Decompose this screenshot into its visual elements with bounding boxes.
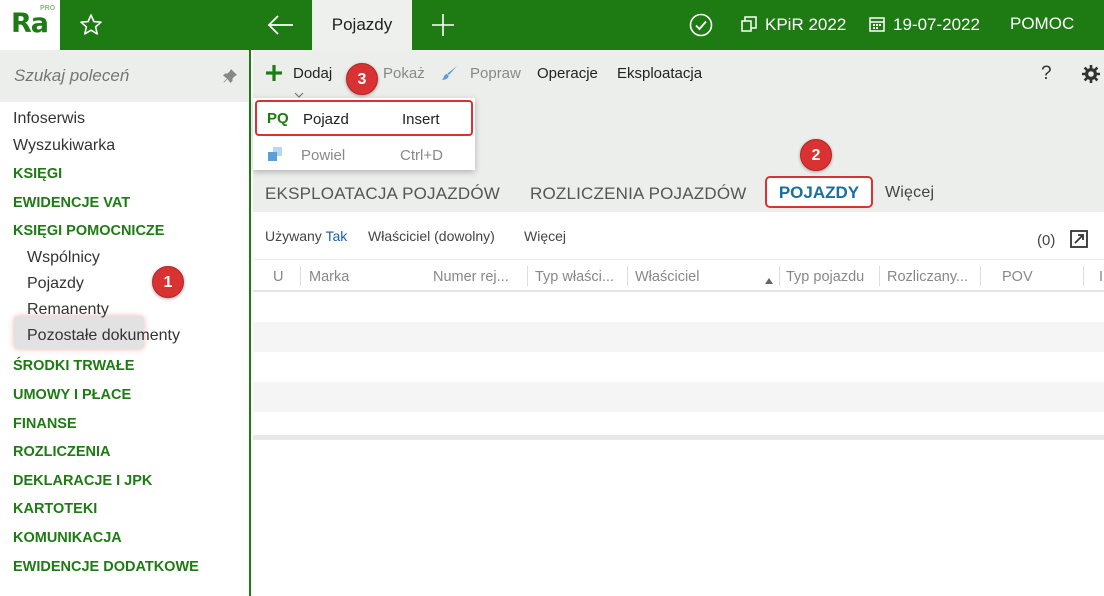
column-numer-rej[interactable]: Numer rej... — [433, 269, 509, 285]
sidebar-item-wspolnicy[interactable]: Wspólnicy — [27, 249, 100, 267]
operations-menu[interactable]: Operacje — [537, 65, 598, 82]
command-search — [0, 50, 249, 102]
column-pov[interactable]: POV — [1002, 269, 1033, 285]
sidebar-group-kartoteki[interactable]: KARTOTEKI — [13, 501, 97, 517]
table-row — [253, 322, 1104, 352]
edit-button[interactable]: Popraw — [470, 65, 521, 82]
tab-pojazdy-label: POJAZDY — [778, 183, 860, 202]
menu-item-pojazd[interactable]: PQ Pojazd Insert — [255, 100, 473, 136]
tab-pojazdy[interactable]: Pojazdy — [312, 0, 412, 50]
logo-badge: PRO — [40, 5, 56, 12]
column-separator[interactable] — [527, 266, 528, 286]
ledger-icon — [741, 16, 757, 32]
help-menu[interactable]: POMOC — [1010, 0, 1074, 50]
gear-icon[interactable] — [1081, 64, 1101, 84]
sidebar-group-ksiegi[interactable]: KSIĘGI — [13, 166, 62, 182]
ledger-label: KPiR 2022 — [765, 15, 847, 34]
sidebar-item-remanenty[interactable]: Remanenty — [27, 301, 109, 319]
brush-icon — [441, 64, 459, 82]
sidebar-item-pojazdy[interactable]: Pojazdy — [27, 275, 84, 293]
tab-eksploatacja[interactable]: EKSPLOATACJA POJAZDÓW — [265, 184, 500, 204]
menu-item-code: PQ — [267, 110, 289, 127]
sidebar: Infoserwis Wyszukiwarka KSIĘGI EWIDENCJE… — [0, 50, 251, 596]
sidebar-item-pozostale-dokumenty[interactable]: Pozostałe dokumenty — [27, 327, 180, 345]
tab-more[interactable]: Więcej — [885, 184, 934, 202]
column-wlasciciel[interactable]: Właściciel — [635, 269, 699, 285]
app-logo[interactable]: Ra PRO — [0, 0, 60, 50]
arrow-left-icon[interactable] — [265, 11, 297, 39]
column-typ-pojazdu[interactable]: Typ pojazdu — [786, 269, 864, 285]
annotation-badge-3: 3 — [346, 63, 378, 95]
exploitation-menu[interactable]: Eksploatacja — [617, 65, 702, 82]
date-label: 19-07-2022 — [893, 15, 980, 34]
check-circle-icon[interactable] — [688, 12, 714, 38]
pin-icon[interactable] — [222, 68, 238, 84]
help-button[interactable]: ? — [1041, 63, 1052, 85]
column-separator[interactable] — [627, 266, 628, 286]
filter-more[interactable]: Więcej — [524, 228, 566, 244]
sidebar-group-komunikacja[interactable]: KOMUNIKACJA — [13, 530, 122, 546]
top-bar: Ra PRO Pojazdy KPiR 2022 19-07-2022 POMO… — [0, 0, 1104, 50]
column-rozliczany[interactable]: Rozliczany... — [887, 269, 968, 285]
menu-item-label: Pojazd — [303, 111, 349, 128]
menu-item-shortcut: Ctrl+D — [400, 147, 443, 164]
filter-used-label: Używany — [265, 228, 322, 244]
column-separator[interactable] — [879, 266, 880, 286]
logo-text: Ra — [11, 8, 49, 39]
sidebar-item-infoserwis[interactable]: Infoserwis — [13, 110, 85, 128]
calendar-icon — [869, 17, 885, 32]
column-typ-wlasciciela[interactable]: Typ właści... — [535, 269, 614, 285]
star-icon[interactable] — [77, 11, 105, 39]
sidebar-group-finanse[interactable]: FINANSE — [13, 416, 77, 432]
column-separator[interactable] — [779, 266, 780, 286]
annotation-badge-1: 1 — [152, 266, 184, 298]
column-u[interactable]: U — [273, 269, 283, 285]
search-input[interactable] — [14, 64, 214, 88]
view-tabs: EKSPLOATACJA POJAZDÓW ROZLICZENIA POJAZD… — [253, 176, 1104, 212]
add-button[interactable]: Dodaj — [293, 65, 332, 82]
column-truncated[interactable]: I — [1099, 269, 1103, 285]
filter-owner[interactable]: Właściciel (dowolny) — [368, 228, 495, 244]
plus-icon[interactable] — [429, 11, 457, 39]
sidebar-group-umowy-place[interactable]: UMOWY I PŁACE — [13, 387, 131, 403]
filter-bar: Używany Tak Właściciel (dowolny) Więcej … — [253, 212, 1104, 259]
sidebar-group-srodki-trwale[interactable]: ŚRODKI TRWAŁE — [13, 358, 134, 374]
tab-rozliczenia[interactable]: ROZLICZENIA POJAZDÓW — [530, 184, 747, 204]
annotation-badge-2: 2 — [800, 139, 832, 171]
show-button[interactable]: Pokaż — [383, 65, 425, 82]
grid-scrollbar[interactable] — [253, 435, 1104, 440]
sort-ascending-icon — [764, 272, 774, 284]
sidebar-item-wyszukiwarka[interactable]: Wyszukiwarka — [13, 137, 115, 155]
plus-icon[interactable] — [265, 64, 283, 82]
menu-item-powiel[interactable]: Powiel — [301, 147, 345, 164]
filter-used[interactable]: Używany Tak — [265, 228, 347, 244]
sidebar-group-deklaracje-jpk[interactable]: DEKLARACJE I JPK — [13, 473, 152, 489]
sidebar-group-ewidencje-vat[interactable]: EWIDENCJE VAT — [13, 195, 130, 211]
duplicate-icon — [267, 146, 283, 162]
tab-pojazdy-selected[interactable]: POJAZDY — [765, 176, 873, 208]
add-menu: PQ Pojazd Insert Powiel Ctrl+D — [253, 98, 475, 170]
toolbar: Dodaj Pokaż Popraw Operacje Eksploatacja… — [253, 50, 1104, 98]
column-separator[interactable] — [1083, 266, 1084, 286]
grid-header: U Marka Numer rej... Typ właści... Właśc… — [253, 259, 1104, 292]
sidebar-group-ewidencje-dodatkowe[interactable]: EWIDENCJE DODATKOWE — [13, 559, 199, 575]
ledger-selector[interactable]: KPiR 2022 — [740, 0, 846, 50]
chevron-down-icon[interactable] — [294, 85, 304, 98]
menu-item-shortcut: Insert — [402, 111, 440, 128]
date-selector[interactable]: 19-07-2022 — [868, 0, 980, 50]
filter-used-value[interactable]: Tak — [325, 228, 347, 244]
column-marka[interactable]: Marka — [309, 269, 349, 285]
column-separator[interactable] — [300, 266, 301, 286]
column-separator[interactable] — [980, 266, 981, 286]
table-row — [253, 382, 1104, 412]
record-count: (0) — [1037, 232, 1056, 249]
sidebar-group-rozliczenia[interactable]: ROZLICZENIA — [13, 444, 110, 460]
expand-icon[interactable] — [1070, 230, 1088, 248]
sidebar-group-ksiegi-pomocnicze[interactable]: KSIĘGI POMOCNICZE — [13, 223, 164, 239]
